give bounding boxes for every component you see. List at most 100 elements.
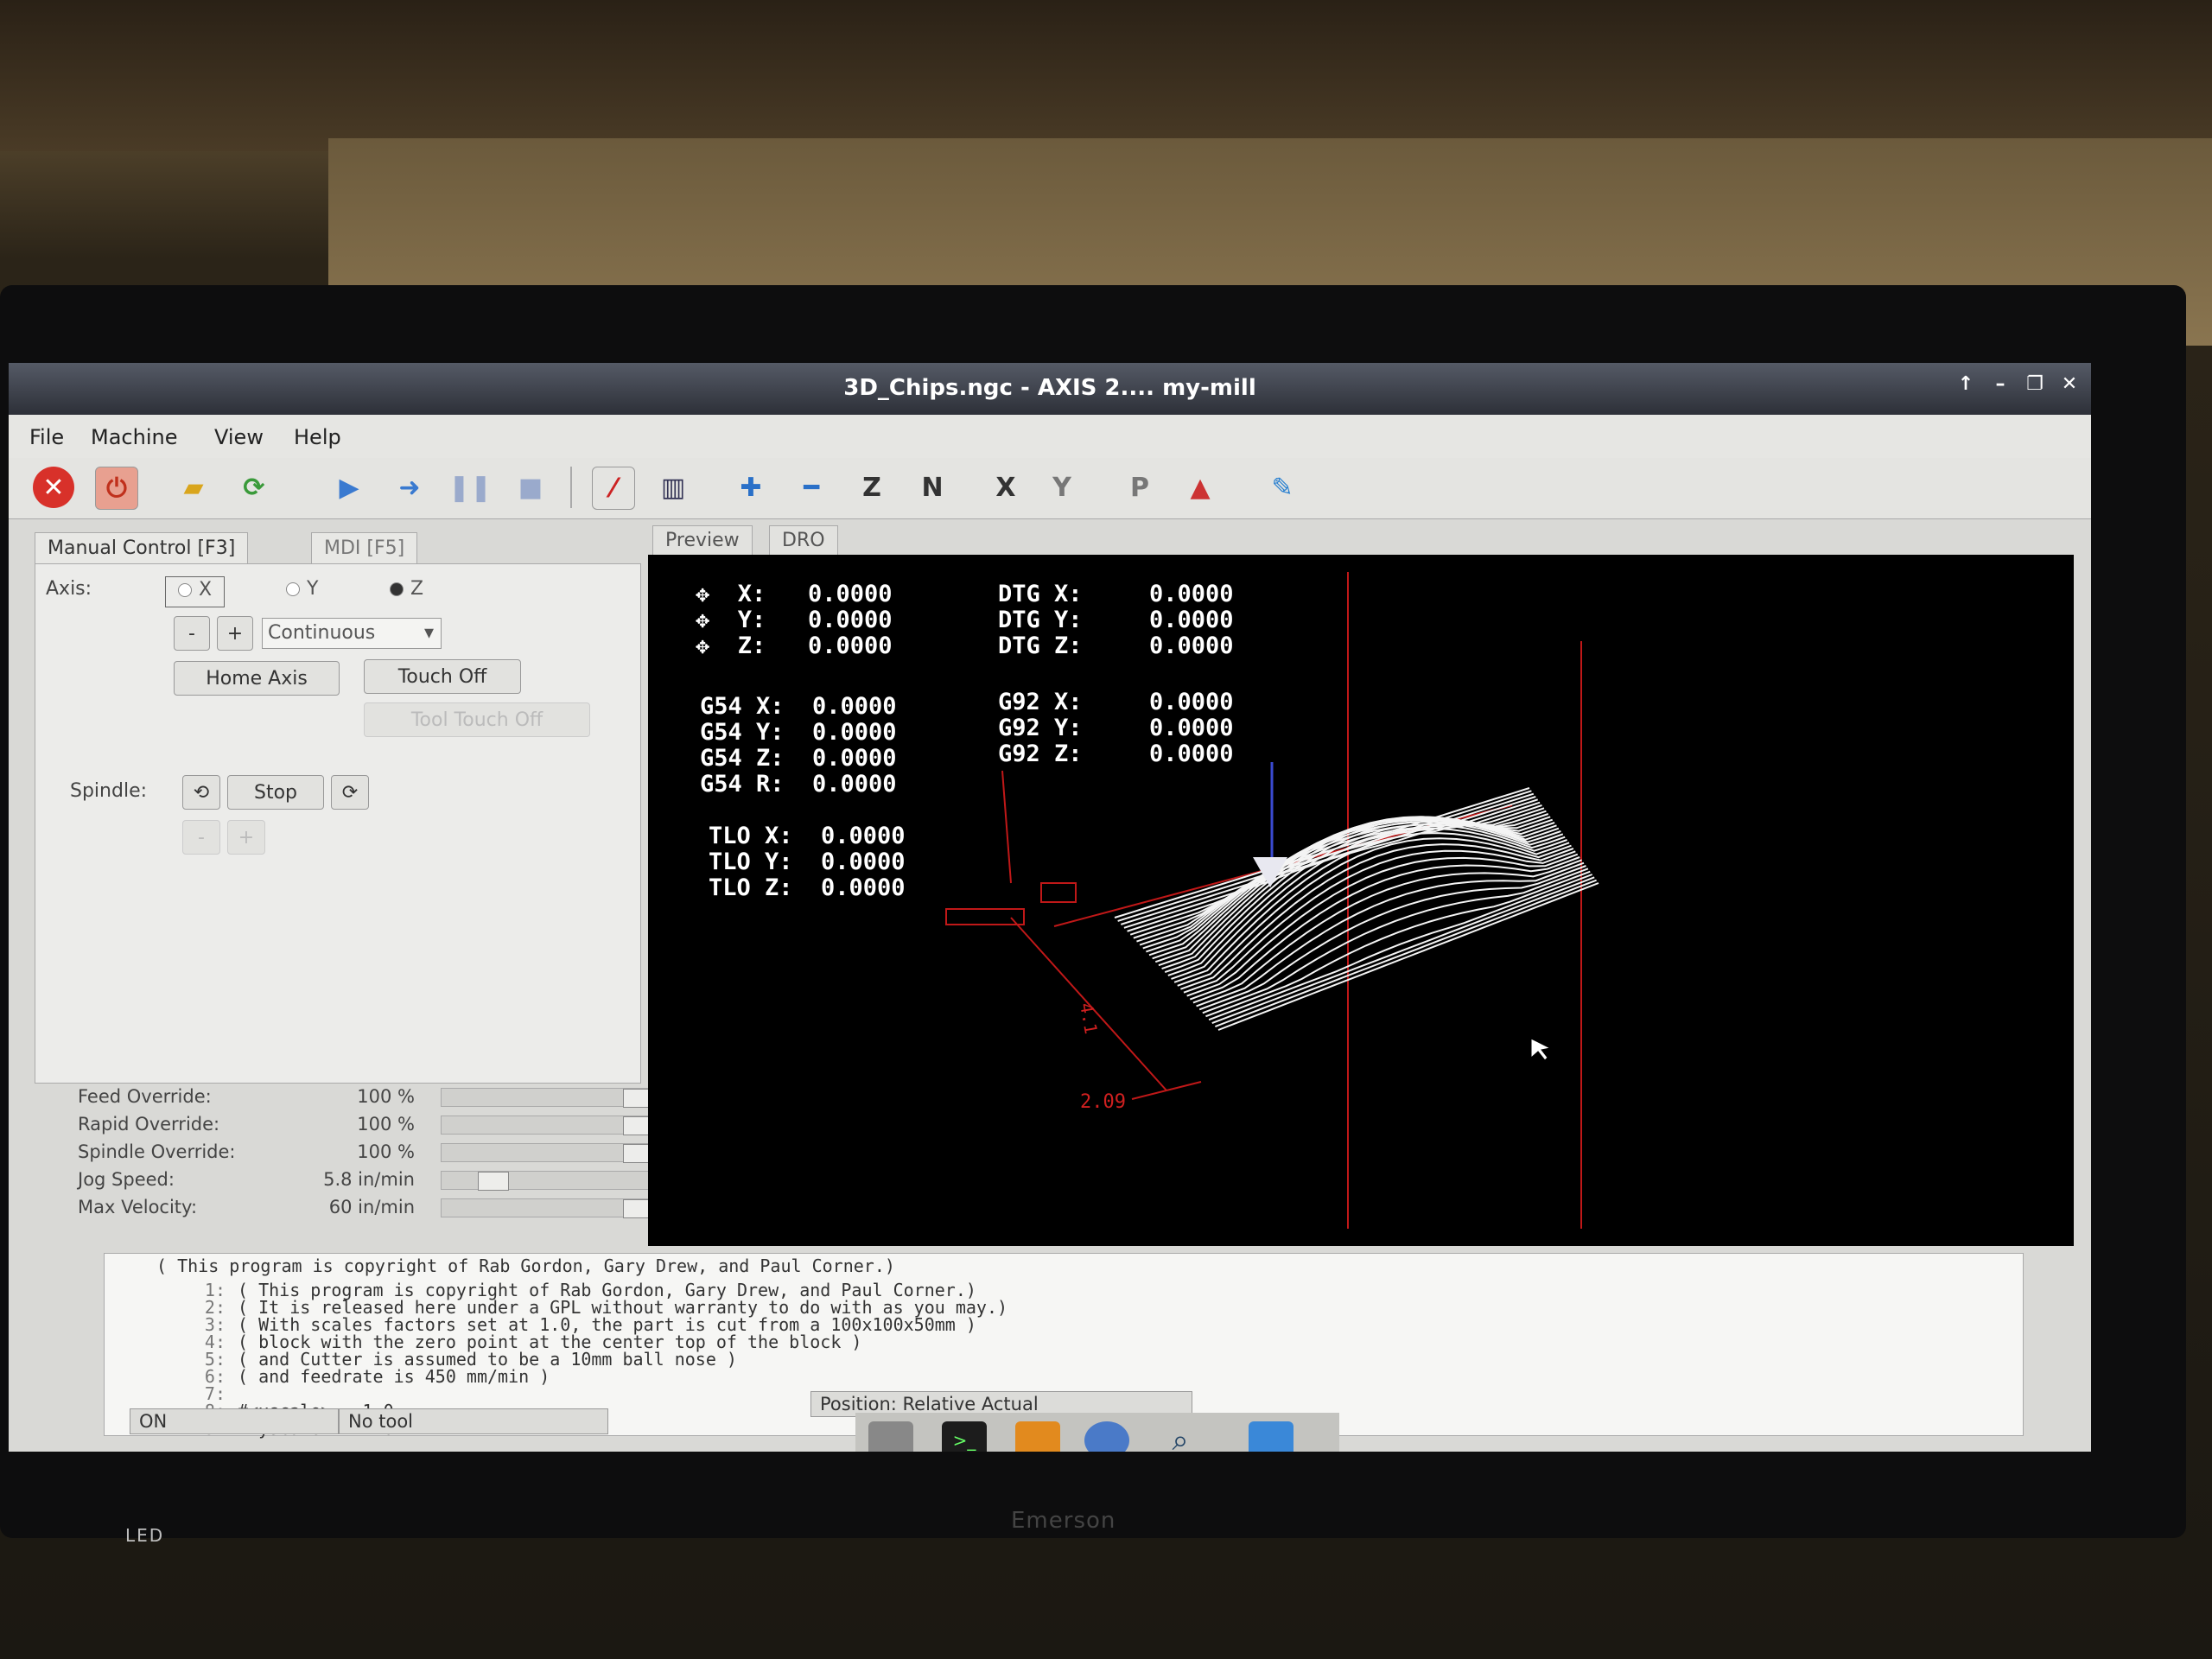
override-value: 5.8 in/min bbox=[323, 1169, 415, 1190]
rotate-view-icon[interactable]: ▲ bbox=[1179, 467, 1221, 508]
home-axis-button[interactable]: Home Axis bbox=[174, 661, 340, 696]
axis-z-label: Z bbox=[410, 578, 424, 600]
toolpath-pass bbox=[1205, 870, 1591, 1018]
menu-help[interactable]: Help bbox=[294, 425, 341, 449]
estop-icon[interactable]: ✕ bbox=[33, 467, 74, 508]
view-z-icon[interactable]: Z bbox=[851, 467, 893, 508]
jog-plus-button[interactable]: + bbox=[217, 616, 253, 651]
tab-preview[interactable]: Preview bbox=[652, 525, 753, 556]
override-value: 60 in/min bbox=[328, 1197, 415, 1217]
radio-dot bbox=[286, 582, 300, 596]
search-icon[interactable]: ⌕ bbox=[1158, 1421, 1203, 1452]
block-delete-icon[interactable]: ⁄ bbox=[592, 467, 635, 510]
desktop-icon[interactable] bbox=[868, 1421, 913, 1452]
manual-control-panel: Axis: X Y Z - + Continuous ▾ Home Axis T… bbox=[35, 563, 641, 1084]
gcode-line[interactable]: 2:( It is released here under a GPL with… bbox=[105, 1297, 1007, 1318]
title-bar: 3D_Chips.ngc - AXIS 2.... my-mill ↑ – ❐ … bbox=[9, 363, 2091, 415]
jog-minus-button[interactable]: - bbox=[174, 616, 210, 651]
toolbar: ✕ ⏻ ▰ ⟳ ▶ ➜ ❚❚ ■ ⁄ ▥ ✚ ━ Z N X Y P ▲ ✎ bbox=[9, 458, 2091, 519]
toolpath-lines bbox=[1114, 787, 1599, 1031]
machine-state: ON bbox=[130, 1408, 339, 1434]
power-icon[interactable]: ⏻ bbox=[95, 467, 138, 510]
app-icon[interactable] bbox=[1015, 1421, 1060, 1452]
overrides-panel: Feed Override: 100 % Rapid Override: 100… bbox=[78, 1084, 683, 1218]
view-y-icon[interactable]: Y bbox=[1041, 467, 1083, 508]
menu-file[interactable]: File bbox=[29, 425, 64, 449]
gcode-line[interactable]: 7: bbox=[105, 1383, 238, 1404]
axis-y-radio[interactable]: Y bbox=[286, 578, 318, 600]
gcode-line[interactable]: 5:( and Cutter is assumed to be a 10mm b… bbox=[105, 1349, 737, 1370]
spindle-plus-button[interactable]: + bbox=[227, 820, 265, 855]
y-extent-label: 4.1 bbox=[1076, 1001, 1102, 1036]
spindle-label: Spindle: bbox=[70, 780, 148, 802]
override-label: Spindle Override: bbox=[78, 1141, 236, 1162]
gcode-line[interactable]: 6:( and feedrate is 450 mm/min ) bbox=[105, 1366, 550, 1387]
run-icon[interactable]: ▶ bbox=[328, 467, 370, 508]
gcode-line[interactable]: 4:( block with the zero point at the cen… bbox=[105, 1332, 862, 1352]
view-z2-icon[interactable]: N bbox=[912, 467, 953, 508]
override-label: Jog Speed: bbox=[78, 1169, 175, 1190]
axis-x-radio[interactable]: X bbox=[165, 576, 226, 607]
rapid-override-slider[interactable] bbox=[441, 1116, 658, 1135]
override-label: Rapid Override: bbox=[78, 1114, 220, 1135]
stop-program-icon[interactable]: ■ bbox=[510, 467, 551, 508]
folder-icon[interactable] bbox=[1249, 1421, 1294, 1452]
reload-icon[interactable]: ⟳ bbox=[233, 467, 275, 508]
tab-mdi[interactable]: MDI [F5] bbox=[311, 532, 418, 564]
max-velocity-row: Max Velocity: 60 in/min bbox=[78, 1195, 683, 1221]
max-velocity-slider[interactable] bbox=[441, 1198, 658, 1218]
pin-icon[interactable]: ↑ bbox=[1953, 372, 1979, 397]
spindle-minus-button[interactable]: - bbox=[182, 820, 220, 855]
spindle-override-row: Spindle Override: 100 % bbox=[78, 1140, 683, 1166]
toolbar-separator bbox=[570, 467, 572, 508]
zoom-out-icon[interactable]: ━ bbox=[791, 467, 832, 508]
step-icon[interactable]: ➜ bbox=[389, 467, 430, 508]
terminal-icon[interactable]: >_ bbox=[942, 1421, 987, 1452]
spindle-override-slider[interactable] bbox=[441, 1143, 658, 1163]
view-p-icon[interactable]: P bbox=[1119, 467, 1160, 508]
jog-mode-select[interactable]: Continuous ▾ bbox=[262, 618, 442, 649]
tab-manual-control[interactable]: Manual Control [F3] bbox=[35, 532, 249, 564]
browser-icon[interactable] bbox=[1084, 1421, 1129, 1452]
gcode-line[interactable]: 3:( With scales factors set at 1.0, the … bbox=[105, 1314, 976, 1335]
override-value: 100 % bbox=[357, 1086, 415, 1107]
screen: 3D_Chips.ngc - AXIS 2.... my-mill ↑ – ❐ … bbox=[9, 363, 2091, 1452]
slider-knob[interactable] bbox=[478, 1172, 509, 1191]
axis-z-radio[interactable]: Z bbox=[390, 578, 423, 600]
tab-dro[interactable]: DRO bbox=[769, 525, 838, 556]
extent-label-box bbox=[945, 908, 1025, 925]
maximize-icon[interactable]: ❐ bbox=[2022, 372, 2048, 397]
menu-view[interactable]: View bbox=[214, 425, 264, 449]
jog-speed-slider[interactable] bbox=[441, 1171, 658, 1191]
spindle-stop-button[interactable]: Stop bbox=[227, 775, 324, 810]
mouse-cursor-icon bbox=[1530, 1038, 1552, 1061]
optional-stop-icon[interactable]: ▥ bbox=[652, 467, 694, 508]
menu-bar: File Machine View Help bbox=[9, 415, 2091, 459]
spindle-ccw-icon[interactable]: ⟲ bbox=[182, 775, 220, 810]
window-title: 3D_Chips.ngc - AXIS 2.... my-mill bbox=[843, 375, 1256, 401]
view-x-icon[interactable]: X bbox=[985, 467, 1027, 508]
feed-override-slider[interactable] bbox=[441, 1088, 658, 1108]
extent-line bbox=[1053, 822, 1444, 927]
pause-icon[interactable]: ❚❚ bbox=[448, 467, 492, 508]
radio-dot bbox=[178, 583, 192, 597]
axis-label: Axis: bbox=[46, 578, 92, 600]
extent-line bbox=[1001, 770, 1012, 884]
open-file-icon[interactable]: ▰ bbox=[173, 467, 214, 508]
jog-speed-row: Jog Speed: 5.8 in/min bbox=[78, 1167, 683, 1193]
extent-label-box bbox=[1040, 882, 1077, 903]
spindle-cw-icon[interactable]: ⟳ bbox=[331, 775, 369, 810]
tool-touch-off-button[interactable]: Tool Touch Off bbox=[364, 702, 590, 737]
monitor-badge: LED bbox=[125, 1525, 165, 1546]
menu-machine[interactable]: Machine bbox=[91, 425, 177, 449]
gcode-line[interactable]: 1:( This program is copyright of Rab Gor… bbox=[105, 1280, 976, 1300]
toolpath-pass bbox=[1215, 879, 1597, 1027]
close-window-icon[interactable]: ✕ bbox=[2056, 372, 2082, 397]
clear-plot-icon[interactable]: ✎ bbox=[1262, 467, 1303, 508]
zoom-in-icon[interactable]: ✚ bbox=[730, 467, 772, 508]
override-label: Feed Override: bbox=[78, 1086, 212, 1107]
preview-canvas[interactable]: ✥ X: 0.0000 DTG X: 0.0000 ✥ Y: 0.0000 DT… bbox=[648, 555, 2074, 1246]
minimize-icon[interactable]: – bbox=[1987, 372, 2013, 397]
monitor-brand: Emerson bbox=[1011, 1508, 1116, 1534]
touch-off-button[interactable]: Touch Off bbox=[364, 659, 521, 694]
